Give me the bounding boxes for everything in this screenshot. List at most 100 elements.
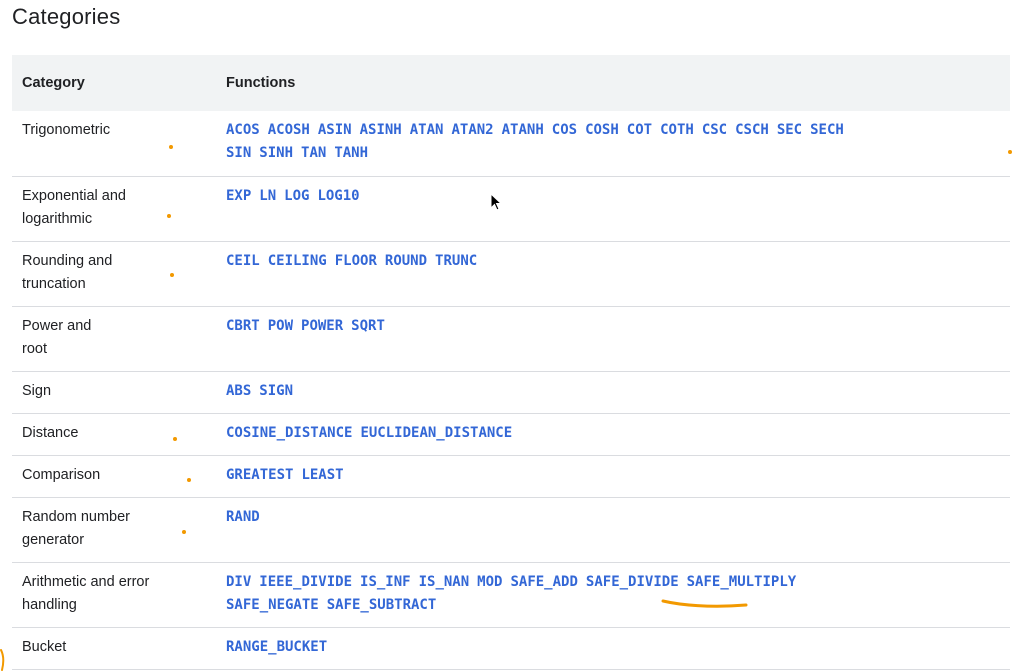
functions-cell: RAND [214,497,1010,562]
category-cell: Distance [12,413,214,455]
functions-cell: ABS SIGN [214,371,1010,413]
function-link[interactable]: SIN [226,145,251,161]
function-link[interactable]: ASINH [360,122,402,138]
table-row: Sign ABS SIGN [12,371,1010,413]
category-cell: Arithmetic and error handling [12,562,214,627]
function-link[interactable]: LOG10 [317,188,359,204]
functions-line: RANGE_BUCKET [226,636,1006,659]
function-link[interactable]: SAFE_DIVIDE [586,574,679,590]
functions-cell: COSINE_DISTANCE EUCLIDEAN_DISTANCE [214,413,1010,455]
function-link[interactable]: COS [552,122,577,138]
category-label: Random number [22,508,130,525]
function-link[interactable]: SECH [810,122,844,138]
category-cell: Trigonometric [12,111,214,176]
function-link[interactable]: CBRT [226,318,260,334]
functions-line: CBRT POW POWER SQRT [226,315,1006,338]
category-label: Distance [22,424,79,441]
functions-cell: ACOS ACOSH ASIN ASINH ATAN ATAN2 ATANH COS COSH C… [214,111,1010,176]
function-link[interactable]: IS_NAN [419,574,470,590]
table-row: Exponential and logarithmic EXP LN LOG LOG10 [12,176,1010,241]
category-cell: Sign [12,371,214,413]
annotation-dot [167,214,171,218]
function-link[interactable]: POWER [301,318,343,334]
functions-line: DIV IEEE_DIVIDE IS_INF IS_NAN MOD SAFE_ADD SAF… [226,571,1006,594]
function-link[interactable]: IEEE_DIVIDE [259,574,352,590]
table-row: Distance COSINE_DISTANCE EUCLIDEAN_DISTANC… [12,413,1010,455]
function-link[interactable]: CSCH [735,122,769,138]
function-link[interactable]: ATANH [502,122,544,138]
table-row: Rounding and truncation CEIL CEILING FLOOR RO… [12,241,1010,306]
functions-cell: CBRT POW POWER SQRT [214,306,1010,371]
function-link[interactable]: IS_INF [360,574,411,590]
function-link[interactable]: SEC [777,122,802,138]
function-link[interactable]: LN [259,188,276,204]
function-link[interactable]: ASIN [318,122,352,138]
function-link[interactable]: SINH [259,145,293,161]
table-row: Arithmetic and error handling DIV IEEE_DIVI… [12,562,1010,627]
function-link[interactable]: SQRT [351,318,385,334]
function-link[interactable]: COTH [660,122,694,138]
function-link[interactable]: COT [627,122,652,138]
function-link[interactable]: TRUNC [435,253,477,269]
functions-cell: RANGE_BUCKET [214,627,1010,669]
annotation-dot [173,437,177,441]
function-link[interactable]: TAN [301,145,326,161]
function-link[interactable]: DIV [226,574,251,590]
annotation-dot [169,145,173,149]
function-link[interactable]: ACOSH [268,122,310,138]
function-link[interactable]: LEAST [301,467,343,483]
function-link[interactable]: COSINE_DISTANCE [226,425,352,441]
annotation-dot [182,530,186,534]
function-link[interactable]: RANGE_BUCKET [226,639,327,655]
function-link[interactable]: SAFE_MULTIPLY [687,574,797,590]
function-link[interactable]: ATAN2 [451,122,493,138]
functions-line: SIN SINH TAN TANH [226,142,1006,165]
function-link[interactable]: COSH [585,122,619,138]
table-row: Comparison GREATEST LEAST [12,455,1010,497]
function-link[interactable]: ATAN [410,122,444,138]
function-link[interactable]: LOG [284,188,309,204]
function-link[interactable]: RAND [226,509,260,525]
function-link[interactable]: EUCLIDEAN_DISTANCE [360,425,512,441]
category-label: Sign [22,382,52,399]
category-label: Bucket [22,638,67,655]
category-label: Rounding and [22,252,113,269]
annotation-dot [170,273,174,277]
functions-cell: EXP LN LOG LOG10 [214,176,1010,241]
functions-line: ACOS ACOSH ASIN ASINH ATAN ATAN2 ATANH COS COSH C… [226,119,1006,142]
function-link[interactable]: POW [268,318,293,334]
function-link[interactable]: MOD [477,574,502,590]
functions-line: RAND [226,506,1006,529]
function-link[interactable]: SIGN [259,383,293,399]
category-cell: Bucket [12,627,214,669]
category-cell: Power and root [12,306,214,371]
function-link[interactable]: TANH [334,145,368,161]
annotation-dot [1008,150,1012,154]
table-row: Power and root CBRT POW POWER SQRT [12,306,1010,371]
functions-cell: CEIL CEILING FLOOR ROUND TRUNC [214,241,1010,306]
function-link[interactable]: ACOS [226,122,260,138]
functions-line: GREATEST LEAST [226,464,1006,487]
function-link[interactable]: ABS [226,383,251,399]
functions-line: SAFE_NEGATE SAFE_SUBTRACT [226,594,1006,617]
column-header-category: Category [22,75,85,91]
category-label: logarithmic [22,210,93,227]
function-link[interactable]: EXP [226,188,251,204]
functions-line: COSINE_DISTANCE EUCLIDEAN_DISTANCE [226,422,1006,445]
function-link[interactable]: GREATEST [226,467,293,483]
function-link[interactable]: SAFE_ADD [510,574,577,590]
function-link[interactable]: CEIL [226,253,260,269]
column-header-functions: Functions [226,75,296,91]
function-link[interactable]: SAFE_SUBTRACT [327,597,437,613]
function-link[interactable]: CEILING [268,253,327,269]
annotation-dot [187,478,191,482]
functions-line: EXP LN LOG LOG10 [226,185,1006,208]
function-link[interactable]: FLOOR [335,253,377,269]
table-row: Trigonometric ACOS ACOSH ASIN ASINH ATAN ATAN2… [12,111,1010,176]
category-label: Exponential and [22,187,126,204]
category-cell: Comparison [12,455,214,497]
function-link[interactable]: ROUND [385,253,427,269]
function-link[interactable]: CSC [702,122,727,138]
category-label: generator [22,531,85,548]
function-link[interactable]: SAFE_NEGATE [226,597,319,613]
